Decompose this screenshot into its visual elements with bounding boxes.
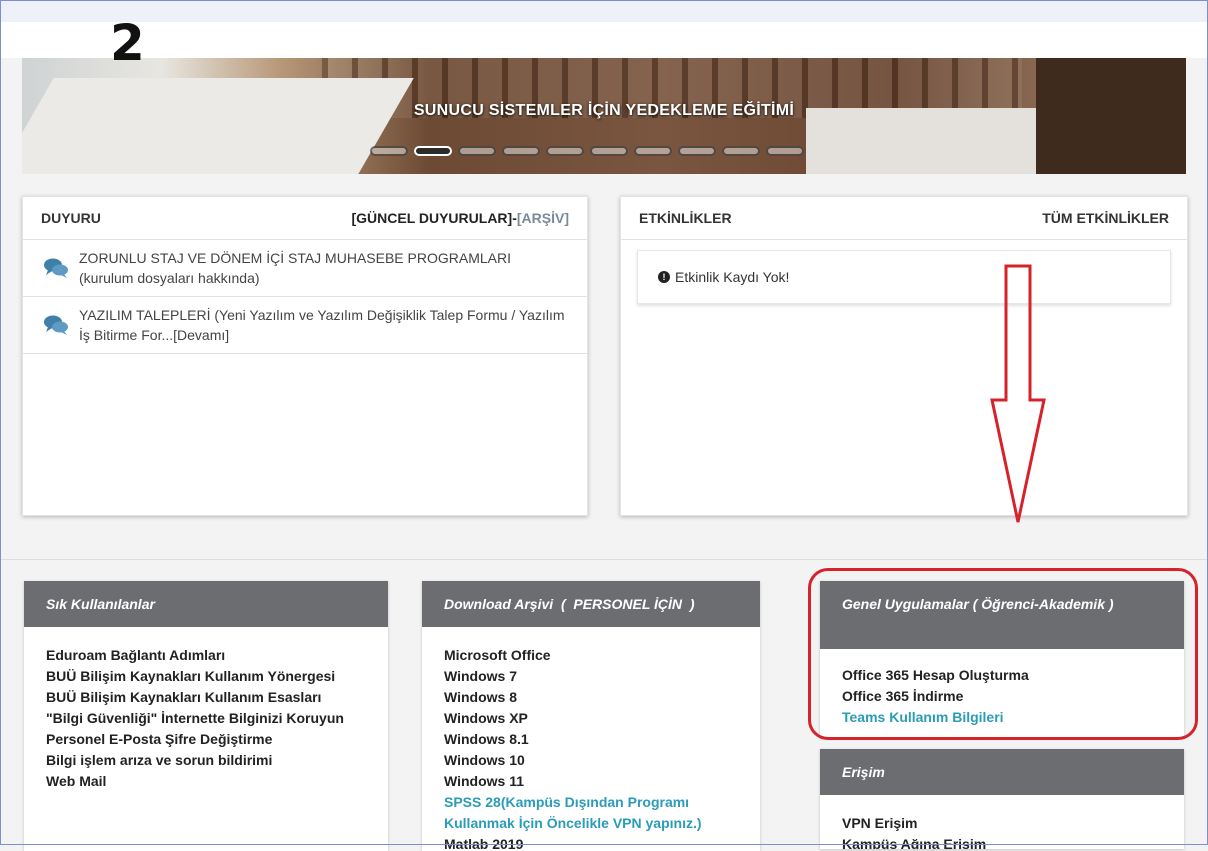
events-panel: ETKİNLİKLER TÜM ETKİNLİKLER ! Etkinlik K…: [620, 196, 1188, 516]
carousel-dot[interactable]: [590, 146, 628, 156]
download-link[interactable]: Windows 11: [444, 771, 738, 792]
all-events-link[interactable]: TÜM ETKİNLİKLER: [1042, 210, 1169, 226]
banner-title[interactable]: SUNUCU SİSTEMLER İÇİN YEDEKLEME EĞİTİMİ: [22, 102, 1186, 120]
download-link[interactable]: Matlab 2019: [444, 834, 738, 851]
download-link[interactable]: Windows XP: [444, 708, 738, 729]
access-header: Erişim: [820, 749, 1184, 795]
announcement-item[interactable]: ZORUNLU STAJ VE DÖNEM İÇİ STAJ MUHASEBE …: [23, 240, 587, 297]
access-link[interactable]: VPN Erişim: [842, 813, 1162, 834]
chat-bubbles-icon: [44, 258, 68, 278]
download-link[interactable]: Windows 7: [444, 666, 738, 687]
carousel-dot[interactable]: [678, 146, 716, 156]
download-link[interactable]: Windows 8.1: [444, 729, 738, 750]
carousel-dot[interactable]: [634, 146, 672, 156]
access-link[interactable]: Kampüs Ağına Erişim: [842, 834, 1162, 849]
header-bar: [0, 22, 1208, 58]
download-archive-header: Download Arşivi ( PERSONEL İÇİN ): [422, 581, 760, 627]
frequent-link[interactable]: "Bilgi Güvenliği" İnternette Bilginizi K…: [46, 708, 366, 729]
annotation-highlight-box: [808, 568, 1198, 740]
frequent-link[interactable]: Bilgi işlem arıza ve sorun bildirimi: [46, 750, 366, 771]
frequent-links-box: Sık Kullanılanlar Eduroam Bağlantı Adıml…: [24, 581, 388, 851]
announcement-text: YAZILIM TALEPLERİ (Yeni Yazılım ve Yazıl…: [79, 307, 565, 343]
carousel-dot[interactable]: [414, 146, 452, 156]
spss-download-link[interactable]: SPSS 28(Kampüs Dışından Programı Kullanm…: [444, 792, 738, 834]
announcements-links: [GÜNCEL DUYURULAR]-[ARŞİV]: [351, 210, 569, 226]
announcements-panel: DUYURU [GÜNCEL DUYURULAR]-[ARŞİV] ZORUNL…: [22, 196, 588, 516]
exclamation-icon: !: [658, 271, 670, 283]
frequent-link[interactable]: BUÜ Bilişim Kaynakları Kullanım Yönerges…: [46, 666, 366, 687]
carousel-dot[interactable]: [370, 146, 408, 156]
annotation-down-arrow-icon: [990, 264, 1046, 523]
events-header: ETKİNLİKLER TÜM ETKİNLİKLER: [621, 197, 1187, 240]
top-strip: [0, 0, 1208, 22]
carousel-dot[interactable]: [458, 146, 496, 156]
access-box: Erişim VPN Erişim Kampüs Ağına Erişim: [820, 749, 1184, 849]
frequent-links-header: Sık Kullanılanlar: [24, 581, 388, 627]
events-title: ETKİNLİKLER: [639, 210, 732, 226]
step-number: 2: [110, 14, 145, 72]
section-divider: [0, 559, 1208, 560]
announcement-item[interactable]: YAZILIM TALEPLERİ (Yeni Yazılım ve Yazıl…: [23, 297, 587, 354]
current-announcements-link[interactable]: [GÜNCEL DUYURULAR]-: [351, 210, 516, 226]
carousel-dot[interactable]: [502, 146, 540, 156]
announcements-header: DUYURU [GÜNCEL DUYURULAR]-[ARŞİV]: [23, 197, 587, 240]
frequent-link[interactable]: Personel E-Posta Şifre Değiştirme: [46, 729, 366, 750]
carousel-dot[interactable]: [766, 146, 804, 156]
archive-link[interactable]: [ARŞİV]: [517, 210, 569, 226]
frequent-link[interactable]: Eduroam Bağlantı Adımları: [46, 645, 366, 666]
access-links-list: VPN Erişim Kampüs Ağına Erişim: [820, 795, 1184, 849]
download-links-list: Microsoft Office Windows 7 Windows 8 Win…: [422, 627, 760, 851]
frequent-links-list: Eduroam Bağlantı Adımları BUÜ Bilişim Ka…: [24, 627, 388, 806]
frequent-link[interactable]: BUÜ Bilişim Kaynakları Kullanım Esasları: [46, 687, 366, 708]
frequent-link[interactable]: Web Mail: [46, 771, 366, 792]
download-link[interactable]: Windows 8: [444, 687, 738, 708]
carousel-dot[interactable]: [546, 146, 584, 156]
announcement-text: ZORUNLU STAJ VE DÖNEM İÇİ STAJ MUHASEBE …: [79, 250, 511, 286]
download-archive-box: Download Arşivi ( PERSONEL İÇİN ) Micros…: [422, 581, 760, 851]
banner-desk: [22, 78, 414, 174]
empty-events-message: Etkinlik Kaydı Yok!: [675, 269, 790, 285]
chat-bubbles-icon: [44, 315, 68, 335]
download-link[interactable]: Windows 10: [444, 750, 738, 771]
carousel-indicators: [370, 146, 804, 156]
announcements-title: DUYURU: [41, 210, 101, 226]
empty-events-notice: ! Etkinlik Kaydı Yok!: [637, 250, 1171, 304]
carousel-dot[interactable]: [722, 146, 760, 156]
download-link[interactable]: Microsoft Office: [444, 645, 738, 666]
banner-carousel[interactable]: SUNUCU SİSTEMLER İÇİN YEDEKLEME EĞİTİMİ: [22, 58, 1186, 174]
